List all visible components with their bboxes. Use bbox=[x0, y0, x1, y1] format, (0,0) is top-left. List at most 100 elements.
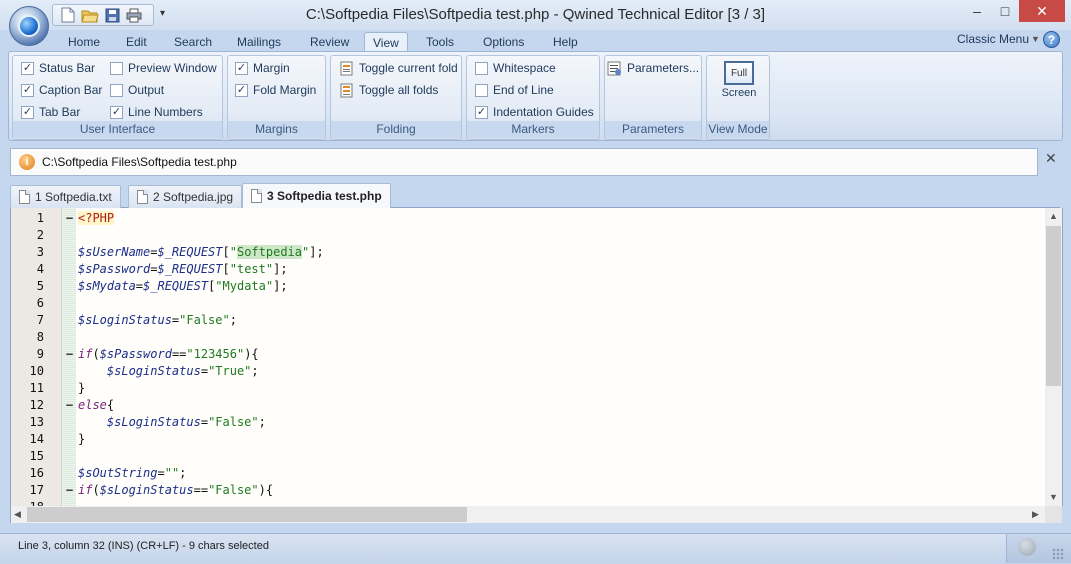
tab-search[interactable]: Search bbox=[166, 32, 220, 52]
tab-options[interactable]: Options bbox=[475, 32, 532, 52]
minimize-button[interactable]: – bbox=[963, 0, 991, 22]
code-line[interactable]: 10 $sLoginStatus="True"; bbox=[11, 363, 1041, 380]
fold-margin-toggle[interactable]: ✓ Fold Margin bbox=[235, 81, 316, 99]
tab-bar-toggle[interactable]: ✓ Tab Bar bbox=[21, 103, 80, 121]
code-text: $sLoginStatus="True"; bbox=[106, 364, 259, 378]
group-label: Folding bbox=[331, 121, 461, 138]
line-number: 17 bbox=[29, 483, 44, 497]
fold-marker-icon[interactable]: − bbox=[65, 210, 74, 227]
end-of-line-toggle[interactable]: End of Line bbox=[475, 81, 554, 99]
tab-mailings[interactable]: Mailings bbox=[229, 32, 289, 52]
group-label: View Mode bbox=[707, 121, 769, 138]
ribbon-view: ✓ Status Bar ✓ Caption Bar ✓ Tab Bar Previe… bbox=[8, 51, 1063, 141]
line-numbers-toggle[interactable]: ✓ Line Numbers bbox=[110, 103, 203, 121]
info-bar-close-button[interactable]: ✕ bbox=[1045, 150, 1057, 167]
group-user-interface: ✓ Status Bar ✓ Caption Bar ✓ Tab Bar Previe… bbox=[12, 55, 223, 140]
preview-window-toggle[interactable]: Preview Window bbox=[110, 59, 217, 77]
parameters-button[interactable]: Parameters... bbox=[607, 59, 699, 77]
vertical-scroll-thumb[interactable] bbox=[1046, 226, 1061, 386]
code-line[interactable]: 8 bbox=[11, 329, 1041, 346]
line-number: 1 bbox=[36, 211, 44, 225]
line-number: 3 bbox=[36, 245, 44, 259]
tab-home[interactable]: Home bbox=[60, 32, 108, 52]
horizontal-scroll-thumb[interactable] bbox=[27, 507, 467, 522]
code-text: $sPassword=$_REQUEST["test"]; bbox=[78, 262, 288, 276]
fold-marker-icon[interactable]: − bbox=[65, 346, 74, 363]
checkbox[interactable]: ✓ bbox=[110, 105, 123, 119]
scroll-up-icon[interactable]: ▲ bbox=[1049, 211, 1058, 221]
classic-menu-button[interactable]: Classic Menu bbox=[957, 32, 1029, 46]
full-screen-button[interactable]: Full Screen bbox=[715, 61, 763, 113]
code-line[interactable]: 9 − if($sPassword=="123456"){ bbox=[11, 346, 1041, 363]
checkbox[interactable]: ✓ bbox=[21, 61, 34, 75]
doc-tab-softpedia-txt[interactable]: 1 Softpedia.txt bbox=[10, 185, 121, 208]
code-line[interactable]: 7 $sLoginStatus="False"; bbox=[11, 312, 1041, 329]
status-bar: Line 3, column 32 (INS) (CR+LF) - 9 char… bbox=[0, 533, 1071, 564]
help-icon[interactable]: ? bbox=[1043, 31, 1060, 48]
title-bar: ▾ C:\Softpedia Files\Softpedia test.php … bbox=[0, 0, 1071, 30]
code-line[interactable]: 13 $sLoginStatus="False"; bbox=[11, 414, 1041, 431]
toggle-current-fold-button[interactable]: Toggle current fold bbox=[339, 59, 458, 77]
code-text: $sLoginStatus="False"; bbox=[78, 313, 237, 327]
checkbox[interactable]: ✓ bbox=[235, 61, 248, 75]
scroll-right-icon[interactable]: ▶ bbox=[1032, 509, 1039, 520]
code-line[interactable]: 11} bbox=[11, 380, 1041, 397]
checkbox[interactable]: ✓ bbox=[475, 105, 488, 119]
code-line[interactable]: 4 $sPassword=$_REQUEST["test"]; bbox=[11, 261, 1041, 278]
checkbox[interactable] bbox=[475, 61, 488, 75]
code-line[interactable]: 14} bbox=[11, 431, 1041, 448]
tab-help[interactable]: Help bbox=[545, 32, 586, 52]
maximize-button[interactable]: □ bbox=[991, 0, 1019, 22]
tab-edit[interactable]: Edit bbox=[118, 32, 155, 52]
line-number: 8 bbox=[36, 330, 44, 344]
whitespace-toggle[interactable]: Whitespace bbox=[475, 59, 556, 77]
code-line[interactable]: 17 − if($sLoginStatus=="False"){ bbox=[11, 482, 1041, 499]
group-view-mode: Full Screen View Mode bbox=[706, 55, 770, 140]
line-number: 5 bbox=[36, 279, 44, 293]
code-line[interactable]: 12 − else{ bbox=[11, 397, 1041, 414]
checkbox[interactable] bbox=[110, 61, 123, 75]
code-line[interactable]: 18 bbox=[11, 499, 1041, 506]
indentation-guides-toggle[interactable]: ✓ Indentation Guides bbox=[475, 103, 594, 121]
checkbox[interactable]: ✓ bbox=[21, 83, 34, 97]
code-line[interactable]: 3 $sUserName=$_REQUEST["Softpedia"]; bbox=[11, 244, 1041, 261]
application-menu-button[interactable] bbox=[9, 6, 49, 46]
code-line[interactable]: 2 bbox=[11, 227, 1041, 244]
checkbox[interactable]: ✓ bbox=[235, 83, 248, 97]
resize-grip-icon[interactable] bbox=[1052, 548, 1064, 560]
code-line[interactable]: 1 − <?PHP bbox=[11, 210, 1041, 227]
output-toggle[interactable]: Output bbox=[110, 81, 164, 99]
chevron-down-icon[interactable]: ▼ bbox=[1031, 34, 1040, 44]
info-icon: i bbox=[19, 154, 35, 170]
code-line[interactable]: 16 $sOutString=""; bbox=[11, 465, 1041, 482]
zoom-indicator-icon[interactable] bbox=[1018, 538, 1036, 556]
tab-review[interactable]: Review bbox=[302, 32, 357, 52]
toggle-all-folds-button[interactable]: Toggle all folds bbox=[339, 81, 438, 99]
caption-bar-toggle[interactable]: ✓ Caption Bar bbox=[21, 81, 102, 99]
scrollbar-corner bbox=[1045, 506, 1062, 523]
close-button[interactable]: ✕ bbox=[1019, 0, 1065, 22]
code-line[interactable]: 6 bbox=[11, 295, 1041, 312]
code-editor[interactable]: 1− <?PHP 2 3 $sUserName=$_REQUEST["Softpedia… bbox=[10, 208, 1063, 506]
line-number: 16 bbox=[29, 466, 44, 480]
code-line[interactable]: 5 $sMydata=$_REQUEST["Mydata"]; bbox=[11, 278, 1041, 295]
ribbon-tabs: Home Edit Search Mailings Review View To… bbox=[0, 30, 1071, 52]
line-number: 9 bbox=[36, 347, 44, 361]
scroll-down-icon[interactable]: ▼ bbox=[1049, 492, 1058, 502]
checkbox[interactable]: ✓ bbox=[21, 105, 34, 119]
checkbox[interactable] bbox=[475, 83, 488, 97]
tab-view[interactable]: View bbox=[364, 32, 408, 52]
doc-tab-softpedia-test-php[interactable]: 3 Softpedia test.php bbox=[242, 183, 391, 208]
tab-tools[interactable]: Tools bbox=[418, 32, 462, 52]
group-label: User Interface bbox=[13, 121, 222, 138]
margin-toggle[interactable]: ✓ Margin bbox=[235, 59, 290, 77]
status-bar-toggle[interactable]: ✓ Status Bar bbox=[21, 59, 95, 77]
group-margins: ✓ Margin ✓ Fold Margin Margins bbox=[227, 55, 326, 140]
fold-marker-icon[interactable]: − bbox=[65, 397, 74, 414]
doc-tab-softpedia-jpg[interactable]: 2 Softpedia.jpg bbox=[128, 185, 243, 208]
code-line[interactable]: 15 bbox=[11, 448, 1041, 465]
scroll-left-icon[interactable]: ◀ bbox=[14, 509, 21, 520]
fold-marker-icon[interactable]: − bbox=[65, 482, 74, 499]
group-folding: Toggle current fold Toggle all folds Fol… bbox=[330, 55, 462, 140]
checkbox[interactable] bbox=[110, 83, 123, 97]
